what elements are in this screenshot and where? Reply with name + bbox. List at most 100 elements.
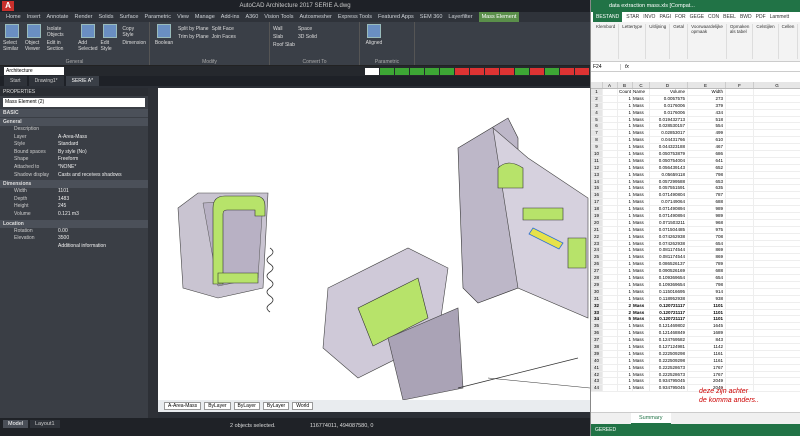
row-number[interactable]: 29 <box>591 281 603 288</box>
cell[interactable]: 0.057299588 <box>650 178 688 185</box>
cell[interactable]: 635 <box>688 185 726 192</box>
excel-ribbon-item[interactable]: Getal <box>670 24 689 59</box>
column-header[interactable]: D <box>650 82 688 88</box>
fx-icon[interactable]: fx <box>621 64 633 70</box>
column-header[interactable]: G <box>754 82 800 88</box>
cell[interactable] <box>603 192 618 199</box>
cell[interactable]: 0.109369654 <box>650 281 688 288</box>
cell[interactable]: 1 <box>618 109 633 116</box>
cell[interactable] <box>726 316 754 323</box>
row-number[interactable]: 21 <box>591 226 603 233</box>
cell[interactable]: 1689 <box>688 330 726 337</box>
tab-annotate[interactable]: Annotate <box>46 12 68 22</box>
cell[interactable] <box>603 185 618 192</box>
layer-flag[interactable] <box>545 68 559 75</box>
cell[interactable]: 0.04431766 <box>650 137 688 144</box>
cell[interactable] <box>754 234 800 240</box>
row-number[interactable]: 17 <box>591 199 603 206</box>
layout-tab[interactable]: Model <box>3 420 28 428</box>
cell[interactable] <box>603 295 618 302</box>
row-number[interactable]: 39 <box>591 350 603 357</box>
cell[interactable] <box>603 178 618 185</box>
cell[interactable]: 0.121468849 <box>650 330 688 337</box>
cell[interactable]: Width <box>688 89 726 95</box>
tab-solids[interactable]: Solids <box>99 12 114 22</box>
cell[interactable] <box>726 357 754 364</box>
cell[interactable]: Mass <box>633 350 650 357</box>
cell[interactable] <box>603 116 618 123</box>
cell[interactable]: 0.120721117 <box>650 316 688 323</box>
workspace-dropdown[interactable]: Architecture <box>4 67 64 75</box>
cell[interactable]: Mass <box>633 95 650 102</box>
cell[interactable]: Mass <box>633 226 650 233</box>
excel-ribbon-item[interactable]: Celstijlen <box>753 24 779 59</box>
cell[interactable]: 1 <box>618 240 633 247</box>
roof-slab-button[interactable]: Roof Slab <box>273 42 295 48</box>
cell[interactable]: Mass <box>633 199 650 206</box>
property-value[interactable] <box>58 126 148 134</box>
cell[interactable] <box>726 95 754 102</box>
cell[interactable] <box>603 268 618 275</box>
cell[interactable]: 0.02853017 <box>650 130 688 137</box>
section-dimensions[interactable]: Dimensions <box>0 180 148 189</box>
row-number[interactable]: 14 <box>591 178 603 185</box>
excel-tab[interactable]: BWD <box>740 12 752 22</box>
cell[interactable]: 1 <box>618 281 633 288</box>
cell[interactable] <box>754 296 800 302</box>
cell[interactable] <box>754 165 800 171</box>
cell[interactable]: 843 <box>688 337 726 343</box>
cell[interactable] <box>726 89 754 95</box>
cell[interactable] <box>603 275 618 281</box>
cell[interactable] <box>603 378 618 385</box>
cell[interactable]: 1 <box>618 364 633 371</box>
ucs-dropdown[interactable]: World <box>292 402 314 410</box>
cell[interactable] <box>754 96 800 102</box>
layer-flag[interactable] <box>380 68 394 75</box>
cell[interactable]: 0.090526169 <box>650 268 688 275</box>
cell[interactable]: 1645 <box>688 323 726 330</box>
cell[interactable] <box>603 171 618 178</box>
property-value[interactable]: 0.121 m3 <box>58 211 148 219</box>
cell[interactable] <box>754 282 800 288</box>
property-value[interactable]: A-Area-Mass <box>58 134 148 142</box>
cell[interactable]: 1 <box>618 157 633 164</box>
row-number[interactable]: 42 <box>591 371 603 378</box>
trim-by-plane-button[interactable]: Trim by Plane <box>178 34 209 40</box>
excel-ribbon-item[interactable]: Opmaken als tabel <box>727 24 754 59</box>
object-viewer-button[interactable]: Object Viewer <box>25 24 44 63</box>
excel-tab[interactable]: GEGE <box>690 12 704 22</box>
cell[interactable]: 0.071490894 <box>650 206 688 213</box>
cell[interactable] <box>603 157 618 164</box>
cell[interactable]: Mass <box>633 102 650 109</box>
cell[interactable] <box>726 302 754 309</box>
cell[interactable] <box>603 343 618 350</box>
cell[interactable]: 0.222509298 <box>650 357 688 364</box>
cell[interactable] <box>754 268 800 274</box>
tab-featured-apps[interactable]: Featured Apps <box>378 12 414 22</box>
cell[interactable] <box>754 310 800 316</box>
cell[interactable] <box>754 378 800 384</box>
cell[interactable]: Mass <box>633 295 650 302</box>
cell[interactable]: 654 <box>688 240 726 247</box>
edit-style-button[interactable]: Edit Style <box>101 24 120 63</box>
cell[interactable] <box>754 213 800 219</box>
column-header[interactable] <box>591 82 603 88</box>
cell[interactable]: 1 <box>618 95 633 102</box>
cell[interactable]: Mass <box>633 275 650 281</box>
cell[interactable] <box>726 337 754 343</box>
excel-ribbon-item[interactable]: Cellen <box>779 24 799 59</box>
cell[interactable]: Mass <box>633 357 650 364</box>
cell[interactable] <box>726 268 754 275</box>
layer-dropdown[interactable]: A-Area-Mass <box>164 402 202 410</box>
slab-button[interactable]: Slab <box>273 34 295 40</box>
layer-flag[interactable] <box>455 68 469 75</box>
cell[interactable]: 989 <box>688 206 726 213</box>
column-header[interactable]: A <box>603 82 618 88</box>
cell[interactable] <box>603 213 618 219</box>
cell[interactable] <box>754 151 800 157</box>
cell[interactable] <box>754 144 800 150</box>
cell[interactable]: 1 <box>618 385 633 392</box>
row-number[interactable]: 28 <box>591 275 603 281</box>
cell[interactable]: Mass <box>633 337 650 343</box>
cell[interactable]: 1767 <box>688 364 726 371</box>
